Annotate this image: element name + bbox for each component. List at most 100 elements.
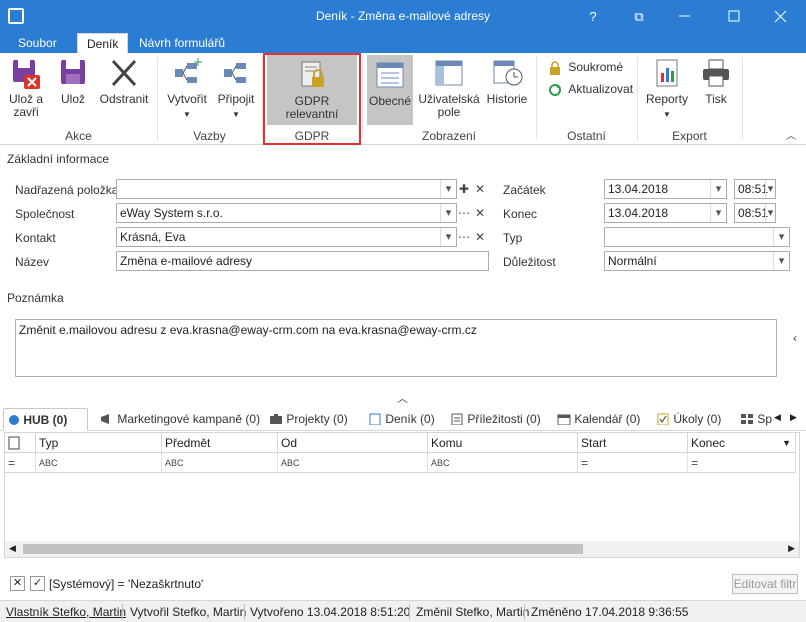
restore-view-button[interactable]: ⧉ [616, 0, 662, 33]
section-title-basic-info: Základní informace [7, 152, 110, 166]
clear-icon[interactable]: ✕ [472, 203, 488, 223]
parent-item-field[interactable]: ▾ [116, 179, 457, 199]
chevron-down-icon[interactable]: ▾ [710, 180, 726, 198]
gdpr-highlight-frame [263, 53, 361, 145]
tab-hub[interactable]: HUB (0) [3, 408, 88, 431]
save-close-button[interactable]: Ulož a zavři [6, 57, 46, 119]
chevron-down-icon[interactable]: ▾ [765, 204, 775, 222]
general-view-button[interactable]: Obecné [367, 55, 413, 125]
group-label-relations: Vazby [193, 129, 226, 143]
scroll-left-icon[interactable]: ◀ [9, 543, 16, 554]
type-field[interactable]: ▾ [604, 227, 790, 247]
tab-tasks-label: Úkoly (0) [673, 412, 722, 426]
tabs-scroll-left-icon[interactable]: ◀ [774, 412, 781, 423]
filter-checkbox[interactable]: ✓ [30, 576, 45, 591]
tab-calendar[interactable]: Kalendář (0) [553, 408, 640, 431]
journal-icon [368, 413, 382, 425]
private-toggle[interactable]: Soukromé [548, 60, 623, 75]
column-header-end[interactable]: Konec ▼ [688, 433, 796, 453]
filter-cell[interactable]: = [5, 453, 36, 473]
filter-cell[interactable]: ABC [278, 453, 428, 473]
more-icon[interactable]: ⋯ [456, 227, 472, 247]
help-button[interactable]: ? [570, 0, 616, 33]
start-date-field[interactable]: 13.04.2018 ▾ [604, 179, 727, 199]
chevron-down-icon[interactable]: ▾ [765, 180, 775, 198]
importance-label: Důležitost [503, 255, 556, 269]
close-button[interactable] [758, 0, 804, 33]
tab-more[interactable]: Sp [736, 408, 772, 431]
chevron-up-icon[interactable]: ︿ [786, 127, 796, 142]
reports-button[interactable]: Reporty ▼ [644, 57, 690, 121]
attach-button[interactable]: Připojit ▼ [215, 57, 257, 121]
tab-file[interactable]: Soubor [9, 33, 66, 53]
note-field[interactable]: Změnit e.mailovou adresu z eva.krasna@ew… [15, 319, 777, 377]
end-date-field[interactable]: 13.04.2018 ▾ [604, 203, 727, 223]
contact-label: Kontakt [15, 231, 56, 245]
scroll-right-icon[interactable]: ▶ [788, 543, 795, 554]
end-time-field[interactable]: 08:51 ▾ [734, 203, 776, 223]
add-icon[interactable]: ✚ [456, 179, 472, 199]
column-header-to[interactable]: Komu [428, 433, 578, 453]
create-button[interactable]: + Vytvořit ▼ [164, 57, 210, 121]
chevron-down-icon[interactable]: ▾ [773, 228, 789, 246]
chevron-down-icon[interactable]: ▾ [440, 204, 456, 222]
column-header-subject[interactable]: Předmět [162, 433, 278, 453]
filter-cell[interactable]: ABC [428, 453, 578, 473]
print-label: Tisk [705, 92, 727, 106]
ribbon-separator [742, 57, 743, 139]
tab-form-design[interactable]: Návrh formulářů [130, 33, 234, 53]
filter-cell[interactable]: ABC [162, 453, 278, 473]
chevron-down-icon[interactable]: ▾ [440, 180, 456, 198]
name-field[interactable]: Změna e-mailové adresy [116, 251, 489, 271]
lock-icon [548, 61, 562, 75]
chevron-down-icon[interactable]: ▾ [440, 228, 456, 246]
maximize-button[interactable] [712, 0, 758, 33]
tab-opportunities[interactable]: Příležitosti (0) [446, 408, 541, 431]
save-button[interactable]: Ulož [55, 57, 91, 106]
tab-journal[interactable]: Deník [77, 33, 129, 53]
column-header-type[interactable]: Typ [36, 433, 162, 453]
status-owner-link[interactable]: Vlastník Stefko, Martin [6, 605, 126, 619]
status-bar: Vlastník Stefko, Martin Vytvořil Stefko,… [0, 600, 806, 622]
tabs-scroll-right-icon[interactable]: ▶ [790, 412, 797, 423]
delete-button[interactable]: Odstranit [98, 57, 150, 106]
edit-filter-button[interactable]: Editovat filtr [732, 574, 798, 594]
tab-tasks[interactable]: Úkoly (0) [652, 408, 721, 431]
print-button[interactable]: Tisk [698, 57, 734, 106]
chevron-up-icon[interactable]: ︿ [397, 390, 408, 406]
clear-icon[interactable]: ✕ [472, 227, 488, 247]
filter-cell[interactable]: ABC [36, 453, 162, 473]
company-field[interactable]: eWay System s.r.o. ▾ [116, 203, 457, 223]
hub-icon [8, 414, 20, 426]
filter-cell[interactable]: = [578, 453, 688, 473]
importance-field[interactable]: Normální ▾ [604, 251, 790, 271]
filter-cell[interactable]: = [688, 453, 796, 473]
update-button[interactable]: Aktualizovat [548, 82, 633, 97]
tab-projects[interactable]: Projekty (0) [265, 408, 348, 431]
contact-field[interactable]: Krásná, Eva ▾ [116, 227, 457, 247]
chevron-down-icon[interactable]: ▾ [773, 252, 789, 270]
more-icon[interactable]: ⋯ [456, 203, 472, 223]
column-header-start[interactable]: Start [578, 433, 688, 453]
clear-filter-icon[interactable]: ✕ [10, 576, 25, 591]
chevron-down-icon[interactable]: ▾ [710, 204, 726, 222]
tab-marketing[interactable]: Marketingové kampaně (0) [96, 408, 260, 431]
horizontal-scrollbar[interactable]: ◀ ▶ [5, 541, 799, 557]
importance-value: Normální [608, 254, 657, 268]
start-time-field[interactable]: 08:51 ▾ [734, 179, 776, 199]
history-button[interactable]: Historie [486, 57, 528, 106]
tab-projects-label: Projekty (0) [286, 412, 348, 426]
general-label: Obecné [368, 94, 412, 108]
group-label-view: Zobrazení [421, 129, 477, 143]
scrollbar-thumb[interactable] [23, 544, 583, 554]
chevron-left-icon[interactable]: ‹ [793, 331, 797, 345]
company-label: Společnost [15, 207, 75, 221]
clear-icon[interactable]: ✕ [472, 179, 488, 199]
company-value: eWay System s.r.o. [120, 206, 223, 220]
tab-journal-related[interactable]: Deník (0) [364, 408, 435, 431]
minimize-button[interactable] [662, 0, 708, 33]
user-fields-button[interactable]: Uživatelská pole [418, 57, 480, 119]
history-label: Historie [486, 92, 528, 106]
column-header-from[interactable]: Od [278, 433, 428, 453]
column-header-attachment[interactable] [5, 433, 36, 453]
